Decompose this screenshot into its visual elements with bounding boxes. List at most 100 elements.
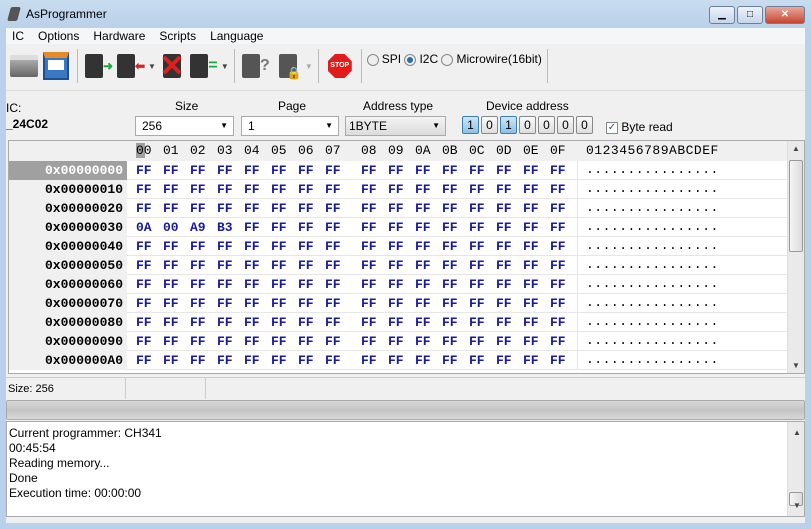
hex-cell[interactable]: FF <box>136 313 152 332</box>
hex-cell[interactable]: FF <box>298 351 314 370</box>
hex-cell[interactable]: FF <box>388 180 404 199</box>
hex-cell[interactable]: FF <box>325 199 341 218</box>
hex-cell[interactable]: FF <box>217 199 233 218</box>
ascii-cell[interactable]: ................ <box>577 199 753 218</box>
hex-cell[interactable]: FF <box>325 332 341 351</box>
hex-cell[interactable]: FF <box>388 294 404 313</box>
hex-cell[interactable]: FF <box>298 218 314 237</box>
ascii-cell[interactable]: ................ <box>577 351 753 370</box>
hex-cell[interactable]: FF <box>298 237 314 256</box>
hex-cell[interactable]: FF <box>496 313 512 332</box>
ascii-cell[interactable]: ................ <box>577 313 753 332</box>
menu-options[interactable]: Options <box>38 28 79 44</box>
menu-language[interactable]: Language <box>210 28 263 44</box>
hex-cell[interactable]: FF <box>442 332 458 351</box>
hex-cell[interactable]: FF <box>523 294 539 313</box>
menu-ic[interactable]: IC <box>12 28 24 44</box>
device-address-bit-0[interactable]: 1 <box>462 116 479 134</box>
hex-cell[interactable]: FF <box>298 180 314 199</box>
hex-cell[interactable]: FF <box>271 351 287 370</box>
hex-cell[interactable]: FF <box>271 275 287 294</box>
hex-cell[interactable]: FF <box>388 161 404 180</box>
log-scrollbar[interactable]: ▲ ▼ <box>787 422 804 516</box>
hex-cell[interactable]: FF <box>217 180 233 199</box>
radio-spi[interactable]: SPI <box>366 52 401 66</box>
hex-cell[interactable]: FF <box>163 332 179 351</box>
hex-cell[interactable]: FF <box>136 256 152 275</box>
hex-cell[interactable]: FF <box>136 199 152 218</box>
hex-cell[interactable]: FF <box>550 161 566 180</box>
hex-cell[interactable]: FF <box>163 180 179 199</box>
device-address-bit-4[interactable]: 0 <box>538 116 555 134</box>
scroll-up-icon[interactable]: ▲ <box>788 425 804 440</box>
hex-cell[interactable]: FF <box>361 218 377 237</box>
hex-cell[interactable]: FF <box>523 180 539 199</box>
hex-cell[interactable]: FF <box>361 180 377 199</box>
hex-cell[interactable]: FF <box>190 237 206 256</box>
hex-cell[interactable]: FF <box>136 180 152 199</box>
verify-dropdown-icon[interactable]: ▼ <box>221 62 229 71</box>
hex-cell[interactable]: FF <box>217 351 233 370</box>
hex-cell[interactable]: FF <box>496 351 512 370</box>
hex-cell[interactable]: FF <box>271 294 287 313</box>
hex-cell[interactable]: FF <box>325 161 341 180</box>
hex-scrollbar[interactable]: ▲ ▼ <box>787 141 804 373</box>
hex-cell[interactable]: FF <box>496 332 512 351</box>
hex-cell[interactable]: B3 <box>217 218 233 237</box>
hex-cell[interactable]: FF <box>190 161 206 180</box>
scroll-down-icon[interactable]: ▼ <box>788 498 804 513</box>
hex-cell[interactable]: FF <box>298 313 314 332</box>
hex-cell[interactable]: FF <box>388 199 404 218</box>
hex-cell[interactable]: FF <box>415 275 431 294</box>
erase-chip-button[interactable]: ✕ <box>156 50 188 83</box>
hex-cell[interactable]: FF <box>415 199 431 218</box>
hex-cell[interactable]: FF <box>550 218 566 237</box>
hex-cell[interactable]: FF <box>361 294 377 313</box>
hex-cell[interactable]: FF <box>190 313 206 332</box>
hex-cell[interactable]: FF <box>163 256 179 275</box>
hex-cell[interactable]: FF <box>217 313 233 332</box>
menu-scripts[interactable]: Scripts <box>159 28 196 44</box>
hex-cell[interactable]: FF <box>523 351 539 370</box>
hex-cell[interactable]: FF <box>523 275 539 294</box>
hex-cell[interactable]: FF <box>163 294 179 313</box>
hex-cell[interactable]: FF <box>415 218 431 237</box>
hex-cell[interactable]: FF <box>244 256 260 275</box>
hex-cell[interactable]: FF <box>244 294 260 313</box>
hex-cell[interactable]: FF <box>496 256 512 275</box>
hex-cell[interactable]: FF <box>361 275 377 294</box>
hex-cell[interactable]: FF <box>244 180 260 199</box>
hex-cell[interactable]: FF <box>298 199 314 218</box>
maximize-button[interactable]: □ <box>737 6 763 24</box>
device-address-bit-5[interactable]: 0 <box>557 116 574 134</box>
hex-cell[interactable]: FF <box>550 275 566 294</box>
hex-cell[interactable]: FF <box>163 351 179 370</box>
hex-cell[interactable]: FF <box>415 237 431 256</box>
hex-cell[interactable]: FF <box>325 275 341 294</box>
hex-cell[interactable]: FF <box>325 294 341 313</box>
page-select[interactable]: 1 ▼ <box>241 116 339 136</box>
byte-read-checkbox[interactable]: ✓ Byte read <box>606 120 673 134</box>
hex-cell[interactable]: FF <box>244 275 260 294</box>
open-file-button[interactable] <box>8 50 40 82</box>
hex-cell[interactable]: FF <box>442 180 458 199</box>
hex-cell[interactable]: FF <box>298 275 314 294</box>
device-address-bit-1[interactable]: 0 <box>481 116 498 134</box>
hex-cell[interactable]: FF <box>217 161 233 180</box>
hex-cell[interactable]: FF <box>190 332 206 351</box>
size-select[interactable]: 256 ▼ <box>135 116 234 136</box>
hex-cell[interactable]: FF <box>136 332 152 351</box>
hex-cell[interactable]: FF <box>190 256 206 275</box>
hex-cell[interactable]: FF <box>163 199 179 218</box>
hex-cell[interactable]: FF <box>442 256 458 275</box>
hex-cell[interactable]: FF <box>271 218 287 237</box>
hex-cell[interactable]: FF <box>469 294 485 313</box>
hex-cell[interactable]: FF <box>217 256 233 275</box>
hex-cell[interactable]: FF <box>136 294 152 313</box>
hex-cell[interactable]: FF <box>298 161 314 180</box>
write-chip-button[interactable]: ⬅ <box>115 50 147 82</box>
hex-cell[interactable]: FF <box>136 351 152 370</box>
hex-cell[interactable]: FF <box>298 294 314 313</box>
menu-hardware[interactable]: Hardware <box>93 28 145 44</box>
hex-cell[interactable]: FF <box>244 161 260 180</box>
